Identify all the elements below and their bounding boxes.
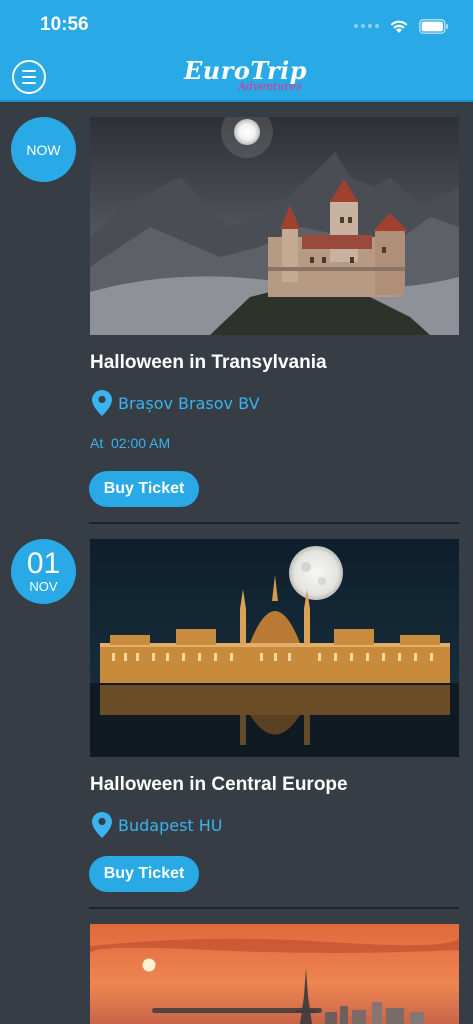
logo-sub-text: Adventures [238, 80, 302, 93]
event-title[interactable]: Halloween in Central Europe [90, 774, 348, 796]
parliament-illustration [90, 539, 459, 757]
hamburger-line [22, 82, 36, 84]
app-header: 10:56 EuroTrip Adventures [0, 0, 473, 102]
event-divider [89, 907, 459, 909]
badge-day: 01 [26, 546, 61, 580]
status-icons [354, 14, 449, 38]
menu-button[interactable] [12, 60, 46, 94]
date-badge: NOW [11, 117, 76, 182]
castle-illustration [90, 117, 459, 335]
date-badge: 01 NOV [11, 539, 76, 604]
badge-month: NOV [29, 578, 58, 594]
time-value: 02:00 AM [111, 435, 171, 451]
location-pin-icon [92, 390, 112, 416]
status-time: 10:56 [40, 14, 89, 35]
signal-icon [354, 24, 379, 28]
home-indicator[interactable] [152, 1008, 322, 1013]
event-image-castle[interactable] [90, 117, 459, 335]
time-prefix: At [90, 435, 104, 451]
event-location[interactable]: Budapest HU [92, 812, 223, 838]
hamburger-icon [22, 70, 36, 72]
hamburger-line [22, 76, 36, 78]
buy-ticket-button[interactable]: Buy Ticket [89, 856, 199, 892]
event-divider [89, 522, 459, 524]
wifi-icon [390, 20, 408, 33]
event-time: At 02:00 AM [90, 435, 170, 451]
buy-ticket-button[interactable]: Buy Ticket [89, 471, 199, 507]
event-title[interactable]: Halloween in Transylvania [90, 352, 327, 374]
location-text: Budapest HU [118, 815, 223, 835]
location-pin-icon [92, 812, 112, 838]
app-logo: EuroTrip Adventures [180, 56, 307, 96]
event-location[interactable]: Brașov Brasov BV [92, 390, 260, 416]
event-image-parliament[interactable] [90, 539, 459, 757]
location-text: Brașov Brasov BV [118, 393, 260, 413]
battery-icon [419, 18, 448, 34]
badge-now-label: NOW [26, 141, 61, 158]
